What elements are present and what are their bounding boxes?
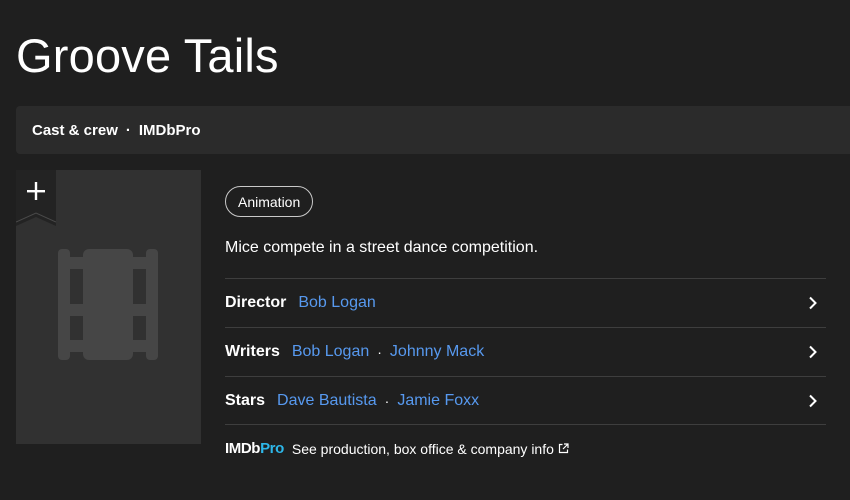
poster-placeholder: [15, 170, 201, 444]
cast-crew-link[interactable]: Cast & crew: [32, 122, 118, 139]
credit-separator: ·: [377, 344, 382, 360]
subnav-bar: Cast & crew · IMDbPro: [16, 106, 850, 154]
watchlist-ribbon-icon: [15, 170, 57, 226]
director-label: Director: [225, 294, 287, 311]
writer-link-johnny-mack[interactable]: Johnny Mack: [390, 343, 484, 361]
imdbpro-link[interactable]: IMDbPro: [139, 122, 201, 139]
external-link-icon: [558, 443, 569, 454]
credit-row-stars[interactable]: Stars Dave Bautista · Jamie Foxx: [225, 376, 826, 425]
plot-summary: Mice compete in a street dance competiti…: [225, 239, 539, 256]
chevron-right-icon: [809, 345, 817, 359]
film-strip-icon: [58, 249, 158, 360]
writers-label: Writers: [225, 343, 280, 360]
credit-separator: ·: [384, 392, 390, 409]
credit-row-writers[interactable]: Writers Bob Logan · Johnny Mack: [225, 327, 826, 376]
imdbpro-promo-link[interactable]: IMDbPro See production, box office & com…: [225, 440, 569, 457]
credit-row-director[interactable]: Director Bob Logan: [225, 278, 826, 327]
imdbpro-logo: IMDbPro: [225, 440, 284, 457]
subnav-separator: ·: [125, 121, 131, 139]
page-title: Groove Tails: [16, 29, 279, 82]
credits-list: Director Bob Logan Writers Bob Logan · J…: [225, 278, 826, 425]
genre-chip-animation[interactable]: Animation: [225, 186, 314, 217]
imdbpro-promo-text: See production, box office & company inf…: [291, 440, 554, 457]
add-to-watchlist-button[interactable]: [15, 170, 57, 226]
director-link-bob-logan[interactable]: Bob Logan: [298, 294, 375, 312]
star-link-dave-bautista[interactable]: Dave Bautista: [277, 392, 377, 410]
chevron-right-icon: [809, 394, 817, 408]
writer-link-bob-logan[interactable]: Bob Logan: [292, 343, 369, 361]
chevron-right-icon: [809, 296, 817, 310]
stars-label: Stars: [225, 391, 266, 409]
star-link-jamie-foxx[interactable]: Jamie Foxx: [397, 392, 479, 410]
